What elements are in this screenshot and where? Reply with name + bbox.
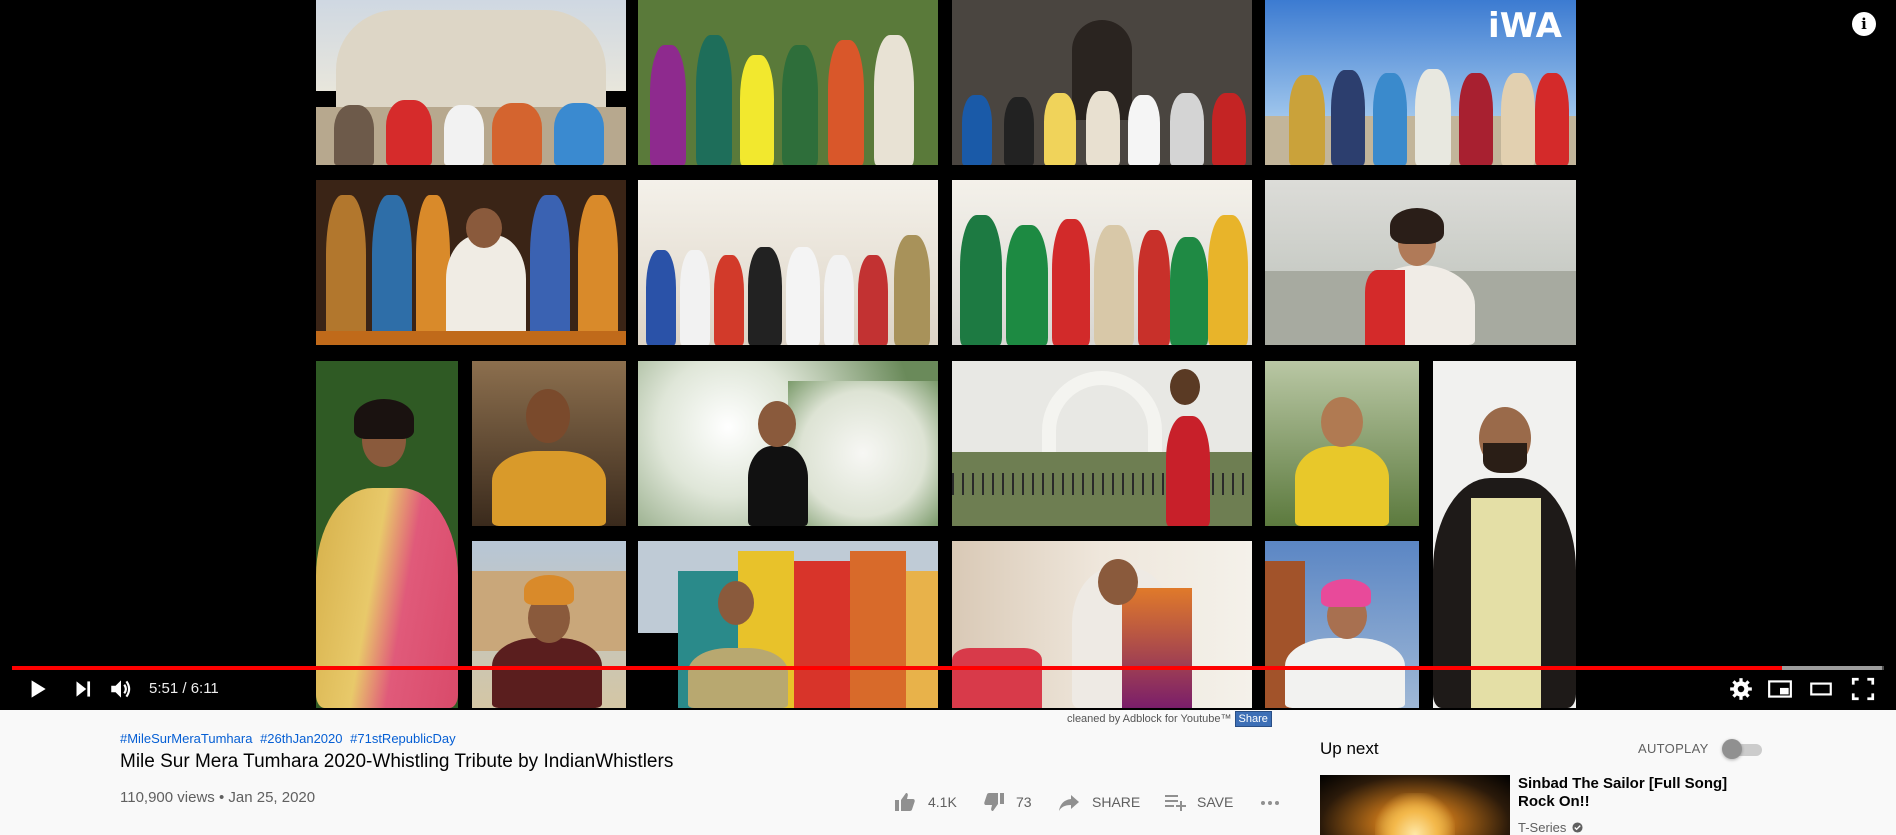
video-title: Mile Sur Mera Tumhara 2020-Whistling Tri… — [120, 751, 674, 772]
video-tile — [1265, 180, 1576, 345]
video-tile — [638, 180, 938, 345]
thumbs-down-icon — [984, 793, 1004, 811]
video-frame[interactable]: iWA — [316, 0, 1578, 710]
share-arrow-icon — [1059, 795, 1079, 811]
iwa-logo: iWA — [1488, 6, 1562, 46]
more-actions-button[interactable] — [1258, 790, 1282, 814]
miniplayer-icon[interactable] — [1767, 676, 1793, 707]
video-tile — [952, 361, 1252, 526]
video-tile — [952, 180, 1252, 345]
share-label: SHARE — [1092, 794, 1141, 810]
video-tile — [1265, 361, 1419, 526]
hashtag-link[interactable]: #71stRepublicDay — [350, 731, 456, 746]
video-info-area: cleaned by Adblock for Youtube™ Share #Mi… — [0, 710, 1896, 835]
like-button[interactable]: 4.1K — [893, 790, 957, 814]
channel-name: T-Series — [1518, 820, 1567, 835]
thumbs-up-icon — [895, 793, 915, 811]
video-tile — [1433, 361, 1576, 708]
next-video-title[interactable]: Sinbad The Sailor [Full Song] Rock On!! — [1518, 775, 1748, 811]
share-button[interactable]: SHARE — [1057, 790, 1140, 814]
gear-icon[interactable] — [1728, 676, 1754, 707]
next-video-thumbnail[interactable] — [1320, 775, 1510, 835]
hashtag-list: #MileSurMeraTumhara #26thJan2020 #71stRe… — [120, 731, 460, 746]
player-controls: 5:51 / 6:11 — [0, 672, 1896, 706]
autoplay-label: AUTOPLAY — [1638, 741, 1709, 756]
video-tile — [952, 0, 1252, 165]
video-tile — [472, 361, 626, 526]
verified-check-icon — [1572, 822, 1583, 833]
video-tile — [316, 180, 626, 345]
time-display: 5:51 / 6:11 — [149, 680, 219, 697]
autoplay-toggle[interactable] — [1722, 739, 1762, 759]
more-horizontal-icon — [1261, 801, 1279, 805]
video-tile — [316, 0, 626, 165]
fullscreen-icon[interactable] — [1850, 676, 1876, 707]
dislike-count: 73 — [1016, 794, 1032, 810]
save-button[interactable]: SAVE — [1163, 790, 1233, 814]
progress-played — [12, 666, 1782, 670]
view-count-date: 110,900 views • Jan 25, 2020 — [120, 789, 316, 806]
progress-bar[interactable] — [12, 666, 1884, 670]
hashtag-link[interactable]: #MileSurMeraTumhara — [120, 731, 252, 746]
adblock-notice: cleaned by Adblock for Youtube™ Share — [1067, 711, 1272, 727]
dislike-button[interactable]: 73 — [982, 790, 1032, 814]
video-tile — [316, 361, 458, 708]
skip-next-icon[interactable] — [70, 676, 96, 707]
video-player[interactable]: iWA i 5:51 / 6:11 — [0, 0, 1896, 710]
save-label: SAVE — [1197, 794, 1234, 810]
autoplay-toggle-knob — [1722, 739, 1742, 759]
next-video-channel[interactable]: T-Series — [1518, 820, 1583, 835]
video-tile: iWA — [1265, 0, 1576, 165]
theater-mode-icon[interactable] — [1808, 676, 1834, 707]
playlist-add-icon — [1165, 795, 1186, 811]
video-tile — [638, 361, 938, 526]
like-count: 4.1K — [928, 794, 957, 810]
play-icon[interactable] — [24, 676, 50, 707]
video-tile — [638, 0, 938, 165]
hashtag-link[interactable]: #26thJan2020 — [260, 731, 342, 746]
volume-icon[interactable] — [108, 676, 134, 707]
info-button[interactable]: i — [1852, 12, 1876, 36]
adblock-text: cleaned by Adblock for Youtube™ — [1067, 713, 1232, 725]
adblock-share-button[interactable]: Share — [1234, 711, 1272, 727]
up-next-heading: Up next — [1320, 739, 1379, 758]
